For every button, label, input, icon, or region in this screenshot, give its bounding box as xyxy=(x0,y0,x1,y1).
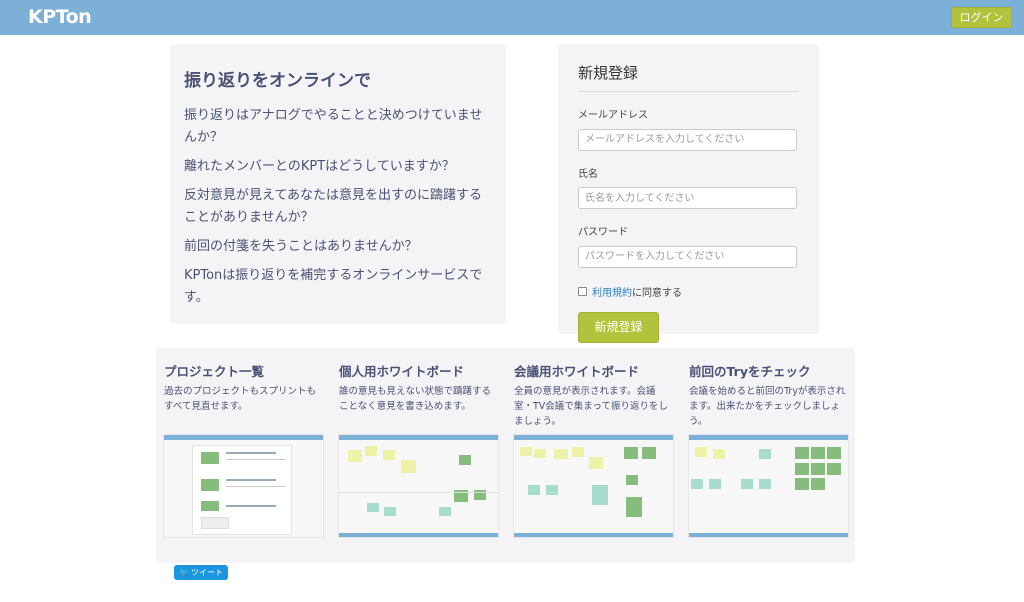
intro-paragraph: 振り返りはアナログでやることと決めつけていませんか？ xyxy=(184,108,483,145)
feature-description: 会議を始めると前回のTryが表示されます。出来たかをチェックしましょう。 xyxy=(689,386,846,427)
signup-panel: 新規登録 メールアドレス 氏名 パスワード 利用規約 に同意する 新規登録 xyxy=(558,44,819,343)
terms-suffix: に同意する xyxy=(632,287,682,299)
terms-checkbox[interactable] xyxy=(578,286,587,296)
feature-title: 個人用ホワイトボード xyxy=(339,364,465,379)
feature-description: 全員の意見が表示されます。会議室・TV会議で集まって振り返りをしましょう。 xyxy=(514,386,668,427)
feature-screenshot xyxy=(513,434,674,538)
feature-screenshot xyxy=(688,434,849,538)
feature-description: 過去のプロジェクトもスプリントもすべて見直せます。 xyxy=(164,386,317,412)
email-label: メールアドレス xyxy=(578,110,648,121)
kpton-logo[interactable]: KPTon xyxy=(28,6,92,28)
feature-screenshot xyxy=(163,434,324,538)
intro-paragraph: 前回の付箋を失うことはありませんか？ xyxy=(184,239,418,254)
tweet-label: ツイート xyxy=(190,568,223,577)
feature-title: 会議用ホワイトボード xyxy=(514,364,640,379)
password-label: パスワード xyxy=(578,227,628,238)
intro-paragraph: 離れたメンバーとのKPTはどうしていますか？ xyxy=(184,159,455,174)
intro-paragraph: 反対意見が見えてあなたは意見を出すのに躊躇することがありませんか？ xyxy=(184,188,482,225)
features-section: プロジェクト一覧 過去のプロジェクトもスプリントもすべて見直せます。 個人用ホワ… xyxy=(156,348,855,563)
name-label: 氏名 xyxy=(578,168,598,180)
feature-screenshot xyxy=(338,434,499,538)
signup-title: 新規登録 xyxy=(578,62,799,92)
terms-link[interactable]: 利用規約 xyxy=(592,284,632,299)
feature-description: 誰の意見も見えない状態で躊躇することなく意見を書き込めます。 xyxy=(339,386,492,412)
intro-paragraph: KPTonは振り返りを補完するオンラインサービスです。 xyxy=(184,268,483,305)
intro-title: 振り返りをオンラインで xyxy=(184,71,371,91)
top-header: KPTon ログイン xyxy=(0,0,1024,35)
feature-title: 前回のTryをチェック xyxy=(689,364,811,379)
login-button[interactable]: ログイン xyxy=(951,7,1012,28)
signup-submit-button[interactable]: 新規登録 xyxy=(578,311,659,343)
name-field[interactable] xyxy=(578,187,797,209)
terms-agreement: 利用規約 に同意する xyxy=(578,284,799,299)
email-field[interactable] xyxy=(578,128,797,151)
password-field[interactable] xyxy=(578,245,797,268)
feature-title: プロジェクト一覧 xyxy=(164,364,265,379)
twitter-bird-icon: 🐦 xyxy=(179,568,189,577)
intro-panel: 振り返りをオンラインで 振り返りはアナログでやることと決めつけていませんか？ 離… xyxy=(170,44,506,324)
tweet-button[interactable]: 🐦 ツイート xyxy=(174,565,228,580)
